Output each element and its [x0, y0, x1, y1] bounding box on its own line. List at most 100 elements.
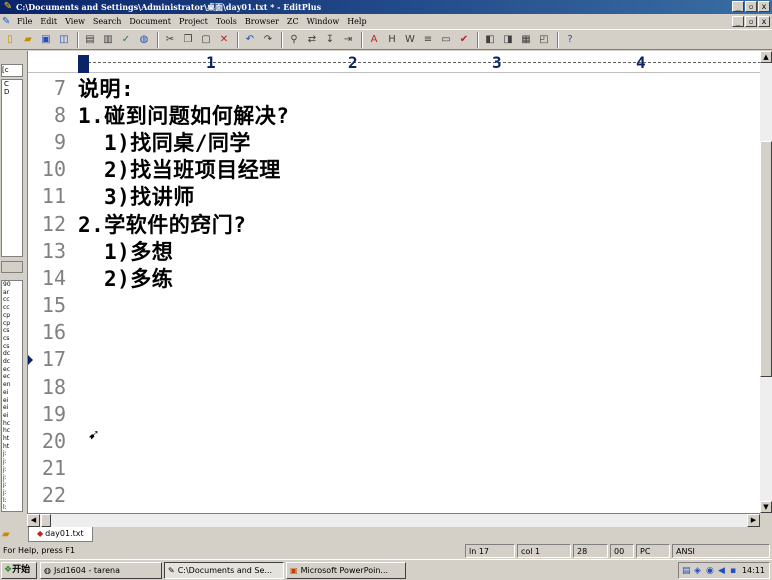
taskbar-item-tarena[interactable]: ◍ Jsd1604 - tarena [40, 562, 162, 579]
file-list-item[interactable]: j: [3, 450, 22, 458]
directory-tree-scrollbar[interactable] [1, 261, 23, 273]
save-icon[interactable]: ▣ [38, 32, 54, 48]
line-text[interactable]: 2.学软件的窍门? [78, 209, 246, 239]
file-list-item[interactable]: ei [3, 397, 22, 405]
line-text[interactable]: 2)找当班项目经理 [104, 154, 281, 184]
copy-icon[interactable]: ❐ [180, 32, 196, 48]
editor-line[interactable]: 17 [28, 346, 760, 373]
editor-line[interactable]: 15 [28, 292, 760, 319]
file-list-item[interactable]: ec [3, 366, 22, 374]
start-button[interactable]: ❖开始 [1, 562, 37, 579]
file-list-item[interactable]: cs [3, 327, 22, 335]
directory-tree[interactable]: C D [1, 79, 23, 257]
file-list-item[interactable]: ht [3, 435, 22, 443]
paste-icon[interactable]: ▢ [198, 32, 214, 48]
file-list[interactable]: 90 ar cc cc cp cp cs cs cs dc dc ec ec en ei ei ei ei hc hc… [1, 280, 23, 512]
editor-line[interactable]: 20 [28, 427, 760, 454]
text-editor[interactable]: 1 2 3 4 7 说明: 8 1.碰到问题如何解决? 9 1)找同桌/同学 10 2)找当班… [27, 51, 760, 513]
line-text[interactable]: 2)多练 [104, 263, 173, 293]
file-list-item[interactable]: j: [3, 466, 22, 474]
editor-line[interactable]: 8 1.碰到问题如何解决? [28, 101, 760, 128]
file-list-item[interactable]: 90 [3, 281, 22, 289]
document-system-menu-icon[interactable]: ✎ [2, 16, 14, 28]
editor-line[interactable]: 12 2.学软件的窍门? [28, 210, 760, 237]
menu-tools[interactable]: Tools [216, 17, 237, 26]
menu-project[interactable]: Project [179, 17, 208, 26]
file-list-item[interactable]: ar [3, 289, 22, 297]
file-list-item[interactable]: cc [3, 304, 22, 312]
security-tray-icon[interactable]: ◉ [706, 566, 716, 576]
delete-icon[interactable]: ✕ [216, 32, 232, 48]
file-list-item[interactable]: j: [3, 489, 22, 497]
help-icon[interactable]: ? [562, 32, 578, 48]
file-list-item[interactable]: cp [3, 320, 22, 328]
restore-button[interactable]: ▫ [745, 1, 757, 12]
spell-icon[interactable]: ✔ [456, 32, 472, 48]
editor-line[interactable]: 22 [28, 482, 760, 509]
goto-icon[interactable]: ↧ [322, 32, 338, 48]
file-list-item[interactable]: cp [3, 312, 22, 320]
file-list-item[interactable]: ei [3, 412, 22, 420]
file-list-item[interactable]: dc [3, 358, 22, 366]
undo-icon[interactable]: ↶ [242, 32, 258, 48]
file-list-item[interactable]: ei [3, 389, 22, 397]
file-list-item[interactable]: ec [3, 373, 22, 381]
doc-minimize-button[interactable]: _ [732, 16, 744, 27]
menu-search[interactable]: Search [93, 17, 121, 26]
cut-icon[interactable]: ✂ [162, 32, 178, 48]
file-list-item[interactable]: cs [3, 335, 22, 343]
menu-zc[interactable]: ZC [287, 17, 299, 26]
line-number-icon[interactable]: ≡ [420, 32, 436, 48]
ruler-icon[interactable]: ▭ [438, 32, 454, 48]
menu-document[interactable]: Document [129, 17, 171, 26]
file-list-item[interactable]: j: [3, 474, 22, 482]
window-icon[interactable]: ◧ [482, 32, 498, 48]
menu-edit[interactable]: Edit [40, 17, 57, 26]
doc-close-button[interactable]: x [758, 16, 770, 27]
file-list-item[interactable]: dc [3, 350, 22, 358]
folder-tree-item[interactable]: C [4, 80, 22, 88]
doc-restore-button[interactable]: ▫ [745, 16, 757, 27]
scroll-right-button[interactable]: ▶ [747, 514, 760, 527]
file-list-item[interactable]: cc [3, 296, 22, 304]
editor-line[interactable]: 13 1)多想 [28, 237, 760, 264]
find-icon[interactable]: ⚲ [286, 32, 302, 48]
scroll-down-button[interactable]: ▼ [760, 501, 772, 513]
ime-tray-icon[interactable]: ▪ [730, 566, 740, 576]
scroll-left-button[interactable]: ◀ [27, 514, 40, 527]
file-list-item[interactable]: ht [3, 443, 22, 451]
fullscreen-icon[interactable]: ◰ [536, 32, 552, 48]
scroll-up-button[interactable]: ▲ [760, 51, 772, 63]
editor-line[interactable]: 7 说明: [28, 74, 760, 101]
hscroll-thumb[interactable] [41, 514, 51, 527]
font-icon[interactable]: A [366, 32, 382, 48]
cliptext-icon[interactable]: ◨ [500, 32, 516, 48]
menu-help[interactable]: Help [347, 17, 366, 26]
output-icon[interactable]: ▦ [518, 32, 534, 48]
file-list-item[interactable]: l: [3, 504, 22, 511]
file-list-item[interactable]: j: [3, 481, 22, 489]
file-list-item[interactable]: ei [3, 404, 22, 412]
save-all-icon[interactable]: ◫ [56, 32, 72, 48]
file-list-item[interactable]: j: [3, 458, 22, 466]
spell-check-icon[interactable]: ✓ [118, 32, 134, 48]
editor-lines[interactable]: 7 说明: 8 1.碰到问题如何解决? 9 1)找同桌/同学 10 2)找当班项目经理 11 3)… [28, 74, 760, 509]
print-icon[interactable]: ▥ [100, 32, 116, 48]
open-file-icon[interactable]: ▰ [20, 32, 36, 48]
minimize-button[interactable]: _ [732, 1, 744, 12]
new-file-icon[interactable]: ▯ [2, 32, 18, 48]
editor-line[interactable]: 21 [28, 455, 760, 482]
vertical-scrollbar[interactable]: ▲ ▼ [760, 51, 772, 513]
replace-icon[interactable]: ⇄ [304, 32, 320, 48]
taskbar-item-powerpoint[interactable]: ▣ Microsoft PowerPoin... [286, 562, 406, 579]
line-text[interactable]: 说明: [78, 73, 134, 103]
editor-line[interactable]: 14 2)多练 [28, 264, 760, 291]
menu-file[interactable]: File [17, 17, 32, 26]
folder-tree-item[interactable]: D [4, 88, 22, 96]
menu-window[interactable]: Window [307, 17, 340, 26]
file-list-item[interactable]: en [3, 381, 22, 389]
editor-line[interactable]: 19 [28, 400, 760, 427]
printer-tray-icon[interactable]: ▤ [682, 566, 692, 576]
redo-icon[interactable]: ↷ [260, 32, 276, 48]
file-list-item[interactable]: cs [3, 343, 22, 351]
